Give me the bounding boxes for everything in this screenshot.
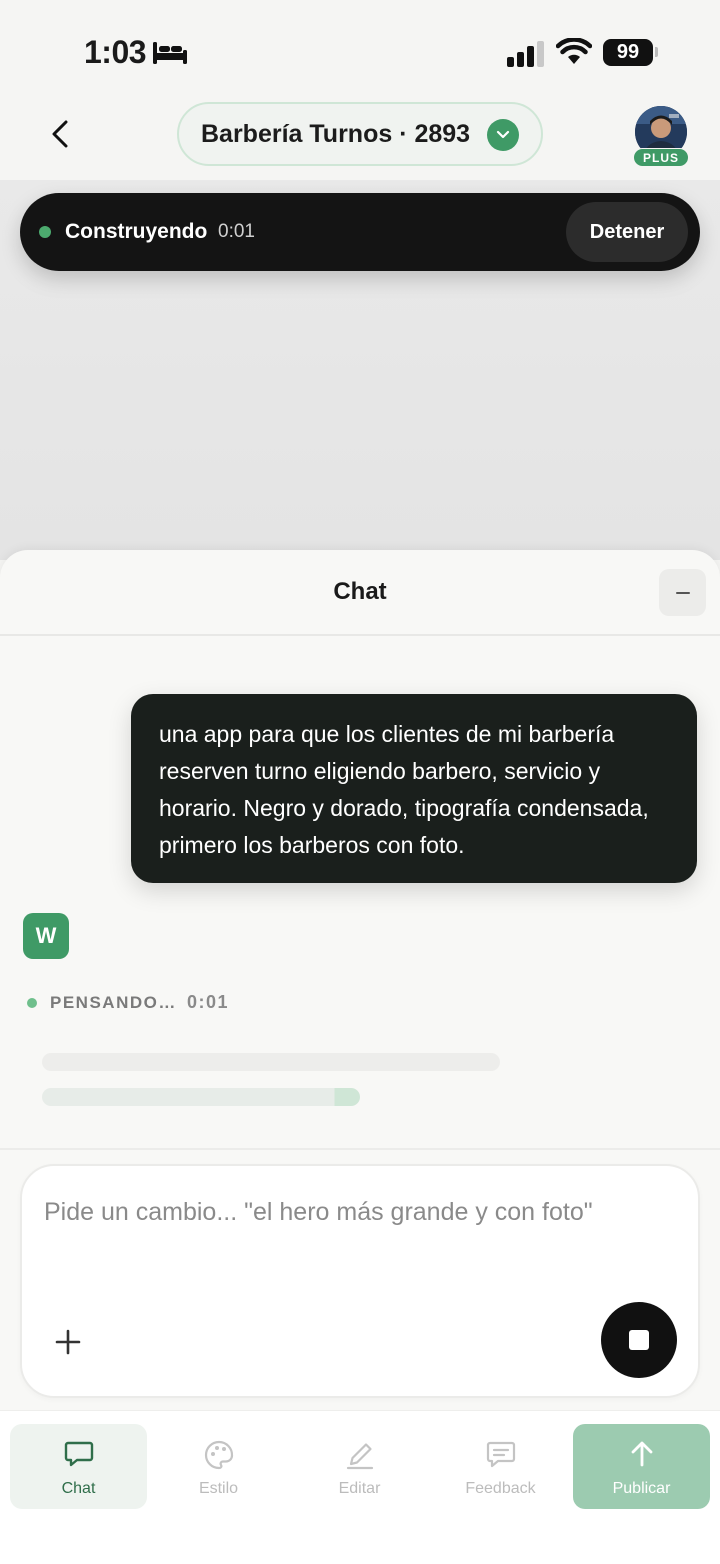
nav-chat-label: Chat <box>61 1480 96 1497</box>
publish-button[interactable]: Publicar <box>573 1424 710 1509</box>
stop-generation-button[interactable] <box>601 1302 677 1378</box>
message-composer <box>20 1164 700 1398</box>
nav-feedback[interactable]: Feedback <box>432 1424 569 1509</box>
divider <box>0 634 720 636</box>
project-title: Barbería Turnos · 2893 <box>201 119 471 148</box>
palette-icon <box>204 1440 233 1470</box>
battery-tip <box>655 47 658 57</box>
assistant-avatar: W <box>23 913 69 959</box>
chat-title: Chat <box>333 578 387 605</box>
loading-skeleton-line <box>42 1053 500 1071</box>
bottom-navigation: Chat Estilo Editar Feedback Publicar <box>0 1410 720 1564</box>
app-header: Barbería Turnos · 2893 PLUS <box>0 100 720 180</box>
project-selector[interactable]: Barbería Turnos · 2893 <box>177 102 543 166</box>
minus-icon <box>675 591 690 594</box>
arrow-up-icon <box>631 1441 652 1467</box>
nav-edit-label: Editar <box>338 1480 381 1497</box>
publish-label: Publicar <box>612 1480 671 1497</box>
chevron-down-icon <box>487 119 519 151</box>
chevron-left-icon <box>52 120 68 148</box>
battery-indicator: 99 <box>603 39 653 66</box>
wifi-icon <box>556 38 592 64</box>
plan-badge: PLUS <box>633 148 689 167</box>
feedback-icon <box>486 1441 515 1468</box>
build-status-label: Construyendo <box>65 220 208 243</box>
status-bar: 1:03 99 <box>0 0 720 100</box>
user-message-bubble: una app para que los clientes de mi barb… <box>131 694 697 883</box>
status-time: 1:03 <box>84 34 147 70</box>
thinking-label: PENSANDO… <box>50 993 177 1012</box>
pencil-icon <box>346 1443 373 1470</box>
message-input[interactable] <box>44 1192 664 1232</box>
add-attachment-button[interactable] <box>48 1322 88 1362</box>
thinking-time: 0:01 <box>187 992 230 1012</box>
signal-icon <box>507 41 544 67</box>
build-elapsed-time: 0:01 <box>218 221 255 242</box>
stop-icon <box>629 1330 649 1350</box>
nav-style-label: Estilo <box>198 1480 239 1497</box>
nav-edit[interactable]: Editar <box>291 1424 428 1509</box>
stop-build-button[interactable]: Detener <box>566 202 688 262</box>
nav-chat[interactable]: Chat <box>10 1424 147 1509</box>
back-button[interactable] <box>40 114 80 154</box>
minimize-button[interactable] <box>659 569 706 616</box>
chat-bubble-icon <box>64 1441 93 1467</box>
build-status-bar: Construyendo 0:01 Detener <box>20 193 700 271</box>
plus-icon <box>55 1329 81 1355</box>
thinking-dot <box>27 998 37 1008</box>
nav-style[interactable]: Estilo <box>150 1424 287 1509</box>
divider <box>0 1148 720 1150</box>
loading-skeleton-line <box>42 1088 360 1106</box>
bed-icon <box>153 42 187 64</box>
nav-feedback-label: Feedback <box>465 1480 536 1497</box>
build-status-dot <box>39 226 51 238</box>
